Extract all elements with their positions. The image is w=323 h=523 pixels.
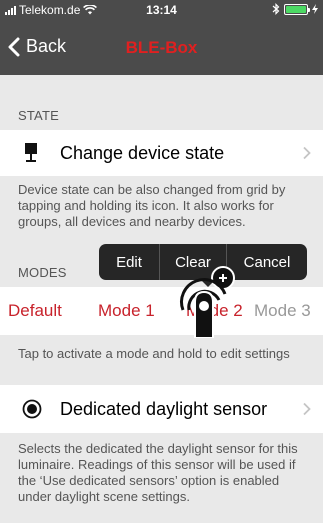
navigation-bar: Back BLE-Box [0,20,323,75]
change-device-state-cell[interactable]: Change device state [0,130,323,176]
tap-hold-gesture-icon [180,266,235,338]
mode-default[interactable]: Default [8,301,62,321]
status-bar: Telekom.de 13:14 [0,0,323,20]
state-section-header: STATE [18,108,59,123]
sensor-footer-text: Selects the dedicated the daylight senso… [18,441,298,504]
state-footer-text: Device state can be also changed from gr… [18,182,286,229]
status-right [272,3,318,15]
dedicated-daylight-sensor-label: Dedicated daylight sensor [60,399,268,419]
modes-section-header: MODES [18,265,67,280]
chevron-right-icon [303,146,311,160]
edit-menu-item[interactable]: Edit [99,244,159,280]
cancel-menu-item[interactable]: Cancel [227,244,307,280]
battery-icon [284,3,310,15]
modes-row: Default Mode 1 Mode 2 Mode 3 [0,287,323,335]
dedicated-daylight-sensor-cell[interactable]: Dedicated daylight sensor [0,385,323,433]
lamp-icon [25,143,37,162]
mode-3[interactable]: Mode 3 [254,301,311,321]
chevron-right-icon [303,402,311,416]
change-device-state-label: Change device state [60,143,225,163]
page-title: BLE-Box [125,38,198,57]
mode-1[interactable]: Mode 1 [98,301,155,321]
bluetooth-icon [272,3,280,15]
modes-footer-text: Tap to activate a mode and hold to edit … [18,346,290,361]
charging-icon [312,4,318,14]
sensor-icon [22,399,42,419]
